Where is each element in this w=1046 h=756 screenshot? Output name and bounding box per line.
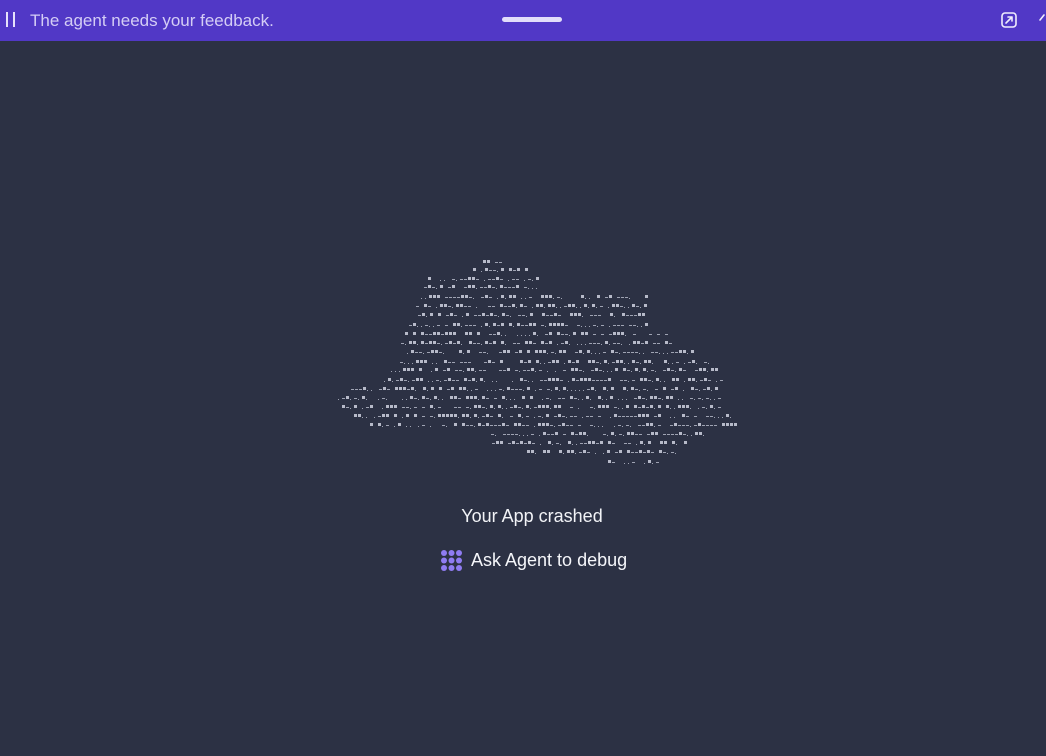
banner-message: The agent needs your feedback. <box>30 11 274 30</box>
pause-icon[interactable] <box>6 12 15 27</box>
ask-agent-debug-label: Ask Agent to debug <box>471 550 628 570</box>
agent-icon <box>441 549 462 571</box>
drag-handle[interactable] <box>502 17 562 22</box>
open-external-icon[interactable] <box>1000 11 1018 29</box>
crash-ascii-art-illustration <box>338 260 737 464</box>
ask-agent-debug-button[interactable]: Ask Agent to debug <box>436 546 631 574</box>
chevron-icon[interactable] <box>1038 13 1046 27</box>
feedback-banner: The agent needs your feedback. <box>0 0 1046 41</box>
crash-title: Your App crashed <box>461 506 603 526</box>
